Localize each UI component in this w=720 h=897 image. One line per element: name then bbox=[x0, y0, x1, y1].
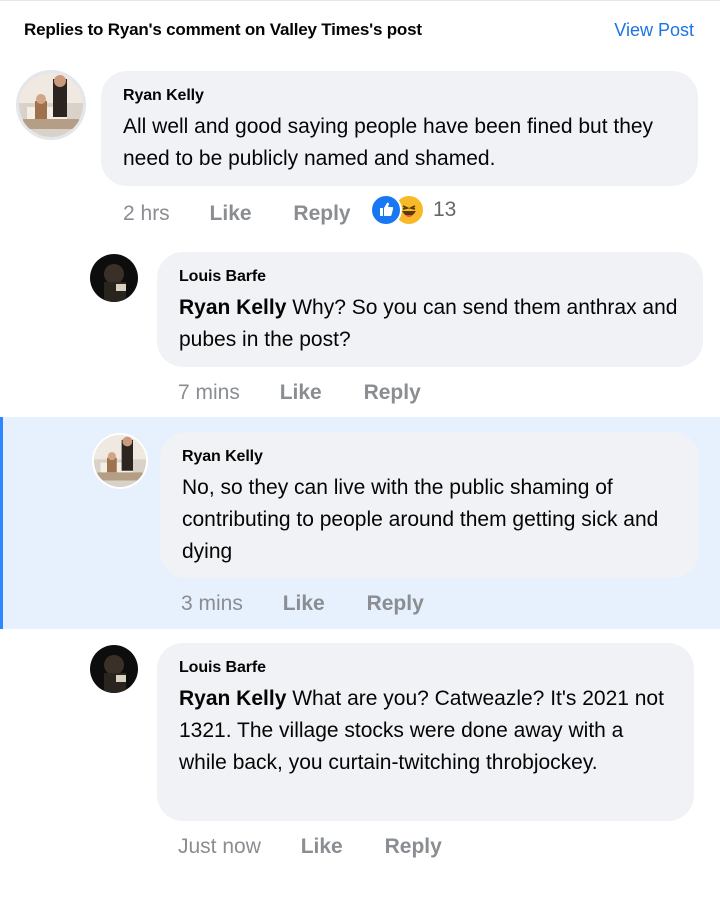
comment-louis-1: Louis Barfe Ryan Kelly Why? So you can s… bbox=[0, 238, 720, 416]
comment-time[interactable]: Just now bbox=[178, 835, 261, 859]
page-title: Replies to Ryan's comment on Valley Time… bbox=[24, 20, 422, 39]
mention-link[interactable]: Ryan Kelly bbox=[179, 687, 286, 710]
comment-author[interactable]: Louis Barfe bbox=[179, 268, 683, 286]
like-button[interactable]: Like bbox=[283, 592, 325, 616]
like-button[interactable]: Like bbox=[301, 835, 343, 859]
comment-author[interactable]: Louis Barfe bbox=[179, 659, 674, 677]
avatar-ryan-kelly[interactable] bbox=[16, 70, 86, 140]
comment-author[interactable]: Ryan Kelly bbox=[123, 87, 678, 105]
reaction-count: 13 bbox=[433, 198, 457, 221]
like-button[interactable]: Like bbox=[210, 202, 252, 226]
comment-text: Ryan Kelly Why? So you can send them ant… bbox=[179, 292, 683, 356]
comment-louis-2: Louis Barfe Ryan Kelly What are you? Cat… bbox=[0, 629, 720, 897]
like-icon bbox=[370, 194, 402, 226]
comment-actions: Just now Like Reply bbox=[178, 835, 478, 859]
comment-actions: 2 hrs Like Reply bbox=[123, 202, 387, 226]
replies-header: Replies to Ryan's comment on Valley Time… bbox=[0, 0, 720, 62]
comment-bubble: Louis Barfe Ryan Kelly What are you? Cat… bbox=[157, 643, 694, 821]
highlight-accent-bar bbox=[0, 417, 3, 629]
comment-text: No, so they can live with the public sha… bbox=[182, 476, 659, 563]
comment-bubble: Ryan Kelly All well and good saying peop… bbox=[101, 71, 698, 186]
comment-ryan-2: Ryan Kelly No, so they can live with the… bbox=[0, 417, 720, 629]
reply-button[interactable]: Reply bbox=[385, 835, 442, 859]
avatar-ryan-kelly[interactable] bbox=[92, 433, 148, 489]
comment-author[interactable]: Ryan Kelly bbox=[182, 448, 679, 466]
like-button[interactable]: Like bbox=[280, 381, 322, 405]
avatar-louis-barfe[interactable] bbox=[88, 252, 140, 304]
reply-button[interactable]: Reply bbox=[293, 202, 350, 226]
reaction-summary[interactable]: 13 bbox=[370, 194, 456, 226]
avatar-louis-barfe[interactable] bbox=[88, 643, 140, 695]
comment-ryan-1: Ryan Kelly All well and good saying peop… bbox=[0, 62, 720, 238]
comment-actions: 7 mins Like Reply bbox=[178, 381, 457, 405]
comment-time[interactable]: 3 mins bbox=[181, 592, 243, 616]
comment-bubble: Louis Barfe Ryan Kelly Why? So you can s… bbox=[157, 252, 703, 367]
mention-link[interactable]: Ryan Kelly bbox=[179, 296, 286, 319]
comment-time[interactable]: 7 mins bbox=[178, 381, 240, 405]
reply-button[interactable]: Reply bbox=[364, 381, 421, 405]
comment-bubble: Ryan Kelly No, so they can live with the… bbox=[160, 432, 699, 578]
comment-text: All well and good saying people have bee… bbox=[123, 115, 654, 170]
comment-text: Ryan Kelly What are you? Catweazle? It's… bbox=[179, 683, 674, 779]
comment-actions: 3 mins Like Reply bbox=[181, 592, 460, 616]
view-post-link[interactable]: View Post bbox=[614, 20, 694, 41]
comment-time[interactable]: 2 hrs bbox=[123, 202, 170, 226]
reply-button[interactable]: Reply bbox=[367, 592, 424, 616]
